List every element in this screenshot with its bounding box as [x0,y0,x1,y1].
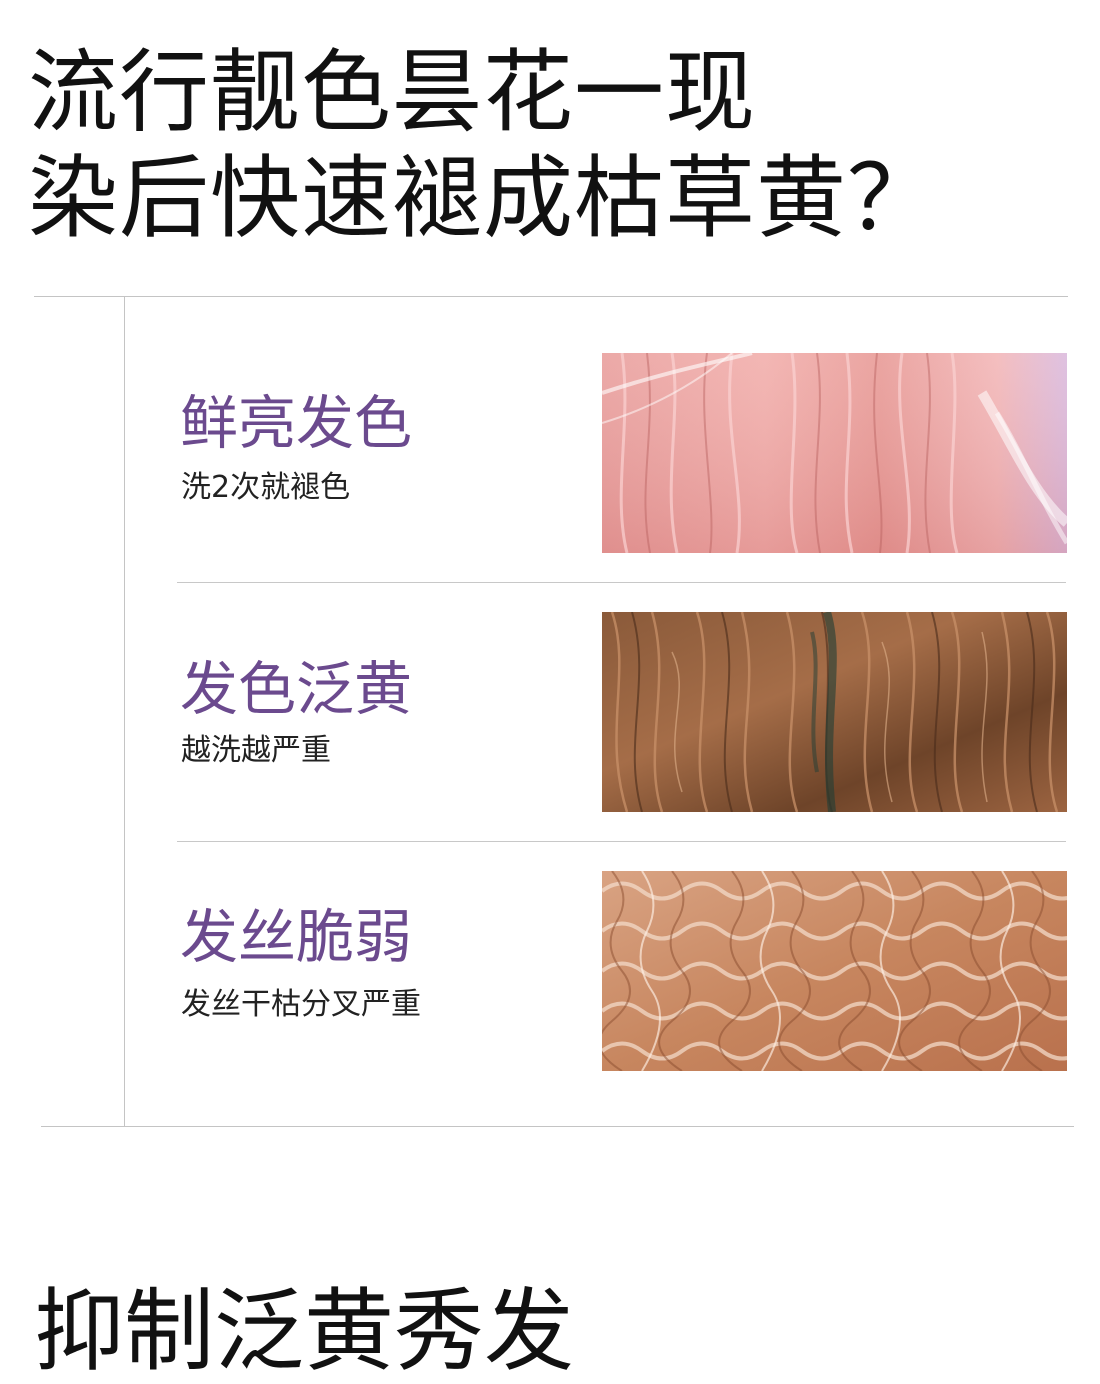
issue-desc-fragile-hair: 发丝干枯分叉严重 [181,987,421,1022]
issue-desc-brassy-color: 越洗越严重 [181,733,331,768]
damaged-curly-hair-photo [602,871,1067,1071]
headline-line-1: 流行靓色昙花一现 [28,40,756,145]
left-vertical-divider [124,296,125,1126]
pink-hair-photo [602,353,1067,553]
top-divider [34,296,1068,297]
row-divider-1 [177,582,1066,583]
issue-title-vivid-color: 鲜亮发色 [180,389,413,457]
issue-desc-vivid-color: 洗2次就褪色 [181,470,351,505]
brassy-hair-photo [602,612,1067,812]
issue-title-fragile-hair: 发丝脆弱 [180,903,413,971]
issue-title-brassy-color: 发色泛黄 [180,655,413,723]
next-section-heading: 抑制泛黄秀发 [34,1279,574,1384]
bottom-divider [41,1126,1074,1127]
page-headline: 流行靓色昙花一现 染后快速褪成枯草黄？ [28,40,938,252]
row-divider-2 [177,841,1066,842]
headline-line-2: 染后快速褪成枯草黄？ [28,146,938,251]
